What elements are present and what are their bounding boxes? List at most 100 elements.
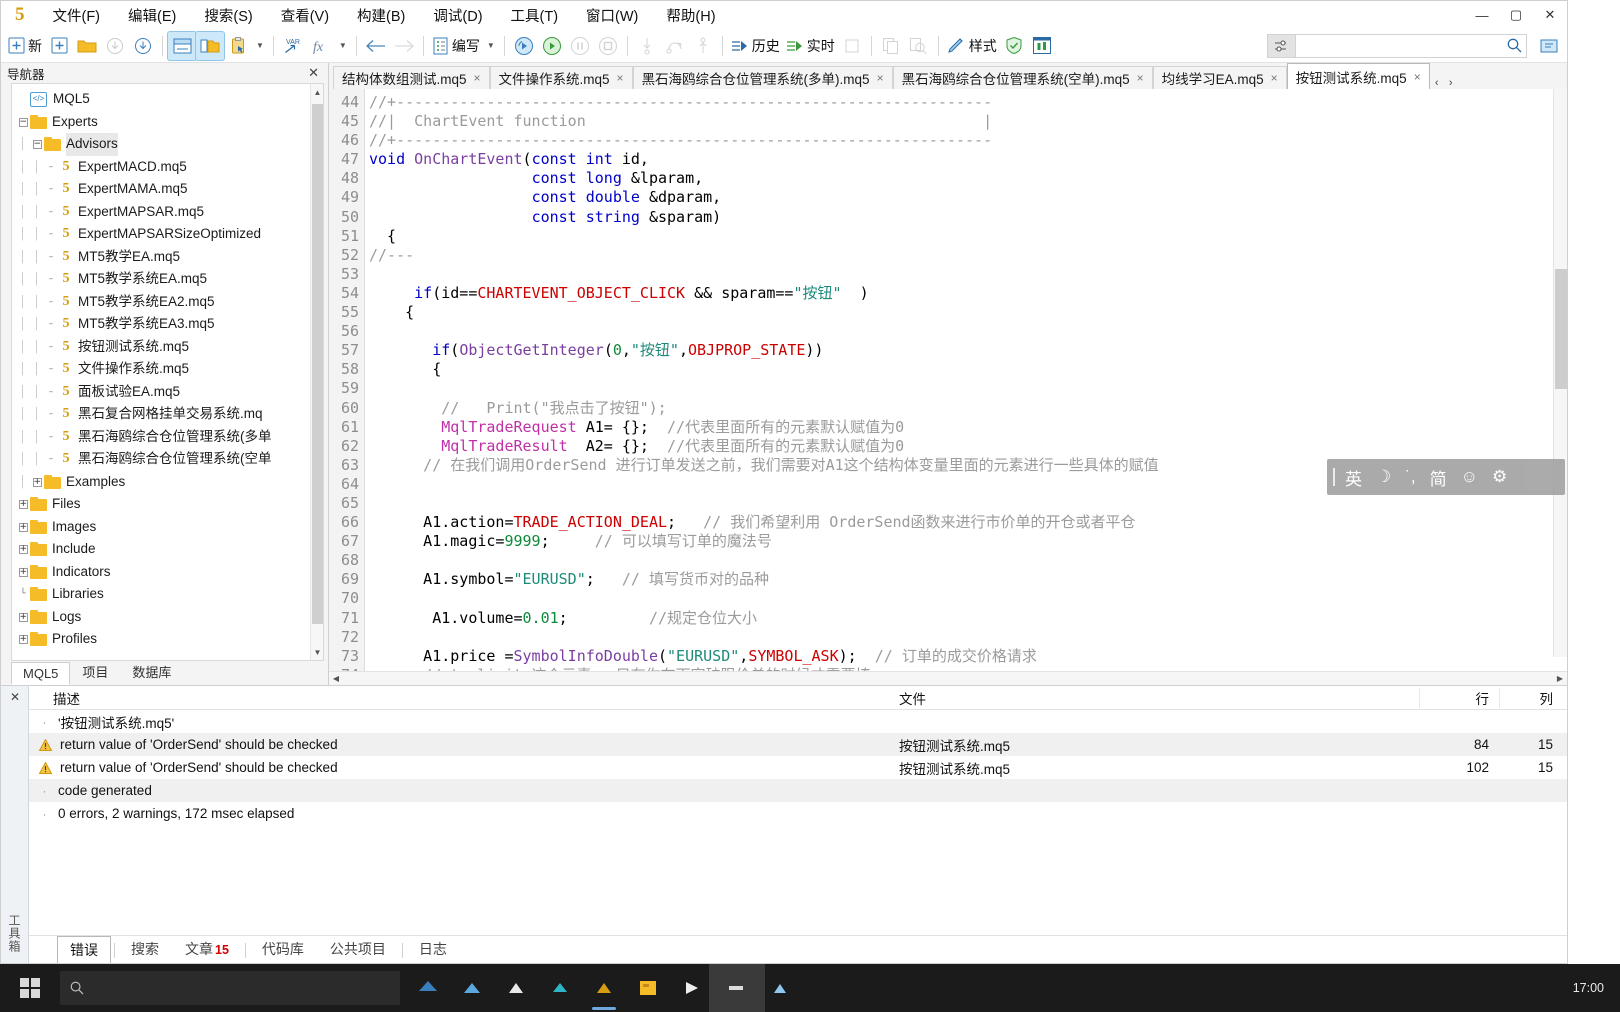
editor-horizontal-scrollbar[interactable]: ◀ ▶ (329, 671, 1567, 685)
taskbar-icon-2[interactable] (450, 964, 494, 1012)
tree-item[interactable]: │ │ –5 MT5教学系统EA3.mq5 (12, 313, 323, 336)
tree-root[interactable]: </> MQL5 (12, 88, 323, 111)
editor-tab-next-icon[interactable]: › (1444, 77, 1458, 89)
search-box[interactable] (1295, 33, 1527, 58)
navigator-scroll-thumb[interactable] (312, 104, 323, 624)
taskbar-icon-6[interactable] (626, 964, 670, 1012)
add-file-button[interactable] (45, 32, 73, 60)
start-button[interactable] (0, 964, 60, 1012)
editor-tab-close-icon[interactable]: × (1137, 71, 1144, 85)
tree-expander[interactable]: + (16, 516, 30, 539)
realtime-button[interactable]: 实时 (783, 32, 838, 60)
scroll-up-icon[interactable]: ▲ (311, 84, 323, 100)
editor-tab-close-icon[interactable]: × (474, 71, 481, 85)
toggle-navigator-button[interactable] (167, 30, 197, 61)
tree-expander[interactable]: + (30, 471, 44, 494)
tree-expander[interactable]: − (16, 111, 30, 134)
find-in-files-button[interactable] (905, 32, 933, 60)
compile-button[interactable]: 编写 (429, 32, 483, 60)
editor-tab[interactable]: 均线学习EA.mq5 × (1152, 66, 1287, 89)
editor-tab-close-icon[interactable]: × (617, 71, 624, 85)
toolbox-tab[interactable]: 日志 (406, 935, 460, 963)
toolbox-close-icon[interactable]: ✕ (10, 690, 20, 704)
copy-button[interactable] (877, 32, 905, 60)
tree-item[interactable]: + Logs (12, 606, 323, 629)
error-row[interactable]: · '按钮测试系统.mq5' (29, 710, 1567, 733)
compile-dropdown-icon[interactable]: ▼ (483, 41, 499, 50)
taskbar-icon-7[interactable] (670, 964, 714, 1012)
ime-drag-handle[interactable] (1333, 468, 1335, 486)
navigator-tab-mql5[interactable]: MQL5 (11, 662, 71, 685)
navigate-back-button[interactable] (362, 32, 390, 60)
tree-item[interactable]: │ │ –5 ExpertMACD.mq5 (12, 156, 323, 179)
market-button[interactable] (1028, 32, 1056, 60)
hscroll-left-icon[interactable]: ◀ (329, 674, 343, 683)
ime-floating-bar[interactable]: 英 ☽ ˙, 简 ☺ ⚙ (1327, 459, 1565, 495)
error-row[interactable]: · code generated (29, 779, 1567, 802)
editor-tab-close-icon[interactable]: × (877, 71, 884, 85)
menu-search[interactable]: 搜索(S) (190, 2, 266, 29)
functions-button[interactable]: fx (307, 32, 335, 60)
save-all-button[interactable] (129, 32, 157, 60)
navigator-tab-project[interactable]: 项目 (70, 658, 120, 685)
code-text[interactable]: //+-------------------------------------… (365, 89, 1567, 671)
tree-item[interactable]: │ │ –5 黑石复合网格挂单交易系统.mq (12, 403, 323, 426)
editor-tab[interactable]: 黑石海鸥综合仓位管理系统(空单).mq5 × (892, 66, 1153, 89)
editor-tab-prev-icon[interactable]: ‹ (1430, 77, 1444, 89)
step-over-button[interactable] (661, 32, 689, 60)
tree-item[interactable]: │ │ –5 MT5教学系统EA.mq5 (12, 268, 323, 291)
tree-expander[interactable]: + (16, 538, 30, 561)
toolbox-tab[interactable]: 文章 15 (172, 935, 242, 963)
tree-item[interactable]: │ │ –5 面板试验EA.mq5 (12, 381, 323, 404)
maximize-button[interactable]: ▢ (1499, 2, 1533, 28)
taskbar-icon-9[interactable] (758, 964, 802, 1012)
tree-item[interactable]: │ │ –5 按钮测试系统.mq5 (12, 336, 323, 359)
tree-item[interactable]: │ │ –5 黑石海鸥综合仓位管理系统(多单 (12, 426, 323, 449)
minimize-button[interactable]: — (1465, 2, 1499, 28)
step-into-button[interactable] (633, 32, 661, 60)
run-button[interactable] (538, 32, 566, 60)
stop-test-button[interactable] (838, 32, 866, 60)
variables-button[interactable]: VAR (279, 32, 307, 60)
functions-dropdown-icon[interactable]: ▼ (335, 41, 351, 50)
taskbar-clock[interactable]: 17:00 (1573, 981, 1620, 996)
tree-expander[interactable]: + (16, 561, 30, 584)
taskbar-search-box[interactable] (60, 971, 400, 1005)
save-button[interactable] (101, 32, 129, 60)
tree-expander[interactable]: + (16, 493, 30, 516)
tree-item[interactable]: + Indicators (12, 561, 323, 584)
toolbox-tab[interactable]: 搜索 (118, 935, 172, 963)
tree-item[interactable]: │ │ –5 ExpertMAMA.mq5 (12, 178, 323, 201)
taskbar-icon-1[interactable] (406, 964, 450, 1012)
debug-button[interactable] (510, 32, 538, 60)
scroll-down-icon[interactable]: ▼ (311, 644, 323, 660)
tree-item[interactable]: │ │ –5 ExpertMAPSARSizeOptimized (12, 223, 323, 246)
navigator-close-icon[interactable]: ✕ (305, 65, 322, 81)
tree-item[interactable]: + Profiles (12, 628, 323, 651)
toolbox-tab[interactable]: 公共项目 (317, 935, 399, 963)
error-row[interactable]: return value of 'OrderSend' should be ch… (29, 733, 1567, 756)
history-button[interactable]: 历史 (728, 32, 783, 60)
navigator-scrollbar[interactable]: ▲ ▼ (310, 84, 323, 660)
step-out-button[interactable] (689, 32, 717, 60)
menu-help[interactable]: 帮助(H) (652, 2, 729, 29)
error-list[interactable]: · '按钮测试系统.mq5' return value of 'OrderSend'… (29, 710, 1567, 935)
ime-moon-icon[interactable]: ☽ (1369, 467, 1398, 487)
cloud-protect-button[interactable] (1000, 32, 1028, 60)
menu-file[interactable]: 文件(F) (39, 2, 115, 29)
tree-expander[interactable]: − (30, 133, 44, 156)
navigator-tab-database[interactable]: 数据库 (120, 658, 183, 685)
tree-item[interactable]: − Experts (12, 111, 323, 134)
tree-item[interactable]: │ │ –5 MT5教学系统EA2.mq5 (12, 291, 323, 314)
tree-item[interactable]: │ │ –5 黑石海鸥综合仓位管理系统(空单 (12, 448, 323, 471)
tree-item[interactable]: └ Libraries (12, 583, 323, 606)
tree-item[interactable]: │ │ –5 MT5教学EA.mq5 (12, 246, 323, 269)
navigate-forward-button[interactable] (390, 32, 418, 60)
editor-scroll-thumb[interactable] (1555, 269, 1567, 389)
tree-item[interactable]: + Images (12, 516, 323, 539)
new-file-button[interactable]: 新 (5, 32, 45, 60)
error-row[interactable]: return value of 'OrderSend' should be ch… (29, 756, 1567, 779)
help-panel-button[interactable] (1535, 32, 1563, 60)
close-button[interactable]: ✕ (1533, 2, 1567, 28)
menu-window[interactable]: 窗口(W) (572, 2, 652, 29)
